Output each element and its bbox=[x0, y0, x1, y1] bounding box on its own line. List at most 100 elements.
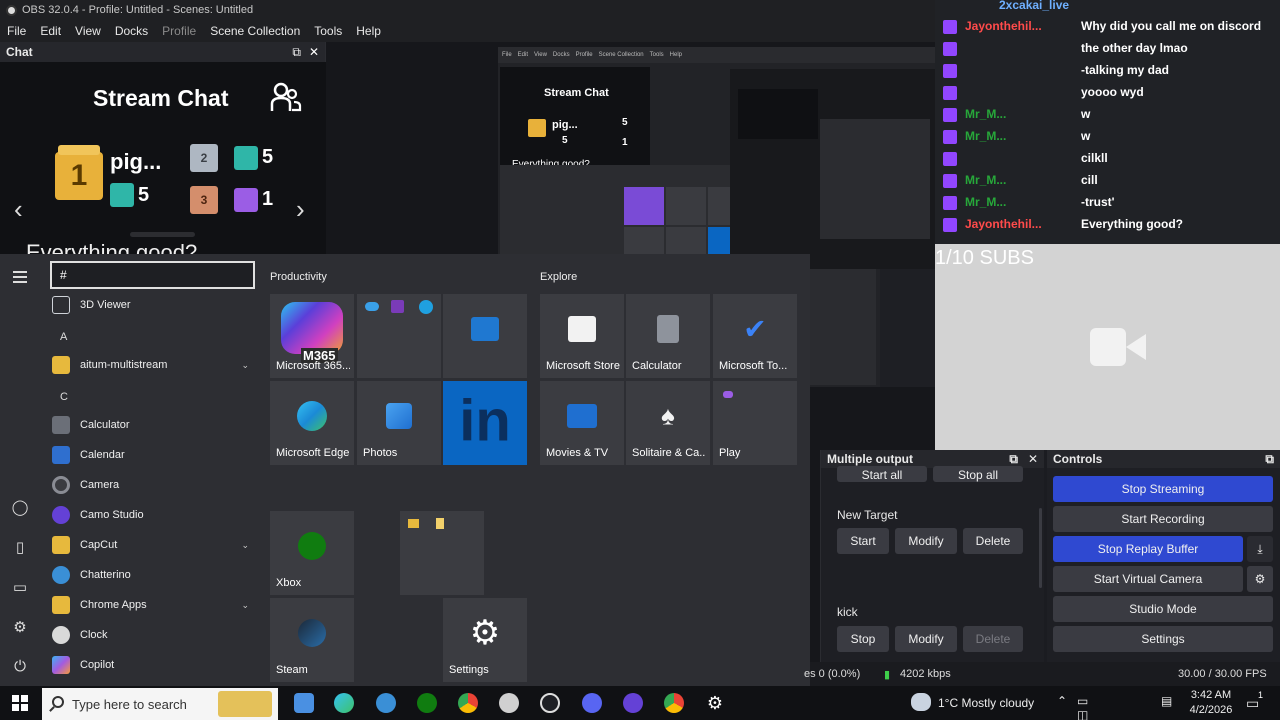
app-aitum-multistream[interactable]: aitum-multistream ⌄ bbox=[52, 351, 257, 379]
menu-tools[interactable]: Tools bbox=[307, 24, 349, 38]
obs-taskbar-icon[interactable] bbox=[540, 693, 560, 713]
target-delete-button[interactable]: Delete bbox=[963, 528, 1023, 554]
tile-microsoft-edge[interactable]: Microsoft Edge bbox=[270, 381, 354, 465]
tile-play[interactable]: Play bbox=[713, 381, 797, 465]
store-icon bbox=[568, 316, 596, 343]
users-icon[interactable] bbox=[270, 82, 302, 112]
tray-icons[interactable]: ▭ ◫ ● bbox=[1077, 694, 1088, 720]
chat-row: Mr_M... cill bbox=[935, 170, 1280, 192]
app-taskbar-icon[interactable] bbox=[376, 693, 396, 713]
app-taskbar-icon[interactable] bbox=[499, 693, 519, 713]
chevron-up-icon[interactable]: ⌃ bbox=[1057, 694, 1067, 708]
app-capcut[interactable]: CapCut ⌄ bbox=[52, 531, 257, 559]
menu-edit[interactable]: Edit bbox=[33, 24, 68, 38]
tile-folder-group[interactable] bbox=[400, 511, 484, 595]
settings-gear-icon[interactable]: ⚙ bbox=[11, 618, 29, 636]
stop-all-button[interactable]: Stop all bbox=[933, 466, 1023, 482]
menu-view[interactable]: View bbox=[68, 24, 108, 38]
weather-text[interactable]: 1°C Mostly cloudy bbox=[938, 696, 1034, 710]
tile-linkedin[interactable]: in bbox=[443, 381, 527, 465]
notification-count: 1 bbox=[1258, 690, 1264, 700]
target-delete-button[interactable]: Delete bbox=[963, 626, 1023, 652]
top-gifter-count: 5 bbox=[138, 184, 150, 206]
tile-settings[interactable]: ⚙ Settings bbox=[443, 598, 527, 682]
edge-taskbar-icon[interactable] bbox=[334, 693, 354, 713]
start-all-button[interactable]: Start all bbox=[837, 466, 927, 482]
target-modify-button[interactable]: Modify bbox=[895, 528, 957, 554]
user-account-icon[interactable]: ◯ bbox=[11, 498, 29, 516]
tile-outlook[interactable] bbox=[443, 294, 527, 378]
letter-header-c[interactable]: C bbox=[60, 391, 68, 403]
pictures-icon[interactable]: ▭ bbox=[11, 578, 29, 596]
clock-date[interactable]: 4/2/2026 bbox=[1186, 704, 1236, 716]
gift-rank-3-icon: 3 bbox=[190, 186, 218, 214]
app-3d-viewer[interactable]: 3D Viewer bbox=[52, 291, 257, 319]
undock-icon[interactable]: ⧉ bbox=[292, 45, 301, 60]
studio-mode-button[interactable]: Studio Mode bbox=[1053, 596, 1273, 622]
network-icon[interactable]: ▤ bbox=[1161, 694, 1172, 708]
menu-file[interactable]: File bbox=[0, 24, 33, 38]
discord-taskbar-icon[interactable] bbox=[582, 693, 602, 713]
tile-movies-tv[interactable]: Movies & TV bbox=[540, 381, 624, 465]
start-recording-button[interactable]: Start Recording bbox=[1053, 506, 1273, 532]
windows-start-icon[interactable] bbox=[12, 695, 28, 711]
close-icon[interactable]: ✕ bbox=[1028, 452, 1038, 467]
target-modify-button[interactable]: Modify bbox=[895, 626, 957, 652]
scrollbar[interactable] bbox=[1039, 508, 1042, 588]
app-chrome-apps[interactable]: Chrome Apps ⌄ bbox=[52, 591, 257, 619]
app-camera[interactable]: Camera bbox=[52, 471, 257, 499]
chevron-down-icon[interactable]: ⌄ bbox=[241, 360, 249, 371]
chrome-taskbar-icon[interactable] bbox=[664, 693, 684, 713]
stop-streaming-button[interactable]: Stop Streaming bbox=[1053, 476, 1273, 502]
menu-help[interactable]: Help bbox=[349, 24, 388, 38]
menu-profile[interactable]: Profile bbox=[155, 24, 203, 38]
app-camo-studio[interactable]: Camo Studio bbox=[52, 501, 257, 529]
xbox-taskbar-icon[interactable] bbox=[417, 693, 437, 713]
app-taskbar-icon[interactable] bbox=[294, 693, 314, 713]
start-search-input[interactable]: # bbox=[50, 261, 255, 289]
tile-microsoft-365[interactable]: M365 Microsoft 365... bbox=[270, 294, 354, 378]
tile-solitaire[interactable]: ♠ Solitaire & Ca... bbox=[626, 381, 710, 465]
productivity-heading: Productivity bbox=[270, 271, 327, 283]
settings-button[interactable]: Settings bbox=[1053, 626, 1273, 652]
start-virtual-camera-button[interactable]: Start Virtual Camera bbox=[1053, 566, 1243, 592]
target-start-button[interactable]: Start bbox=[837, 528, 889, 554]
app-copilot[interactable]: Copilot bbox=[52, 651, 257, 679]
chevron-right-icon[interactable]: › bbox=[296, 194, 305, 225]
close-icon[interactable]: ✕ bbox=[309, 45, 319, 60]
camo-taskbar-icon[interactable] bbox=[623, 693, 643, 713]
stream-chat-heading: Stream Chat bbox=[93, 85, 229, 111]
documents-icon[interactable]: ▯ bbox=[11, 538, 29, 556]
chevron-left-icon[interactable]: ‹ bbox=[14, 194, 23, 225]
tile-microsoft-store[interactable]: Microsoft Store bbox=[540, 294, 624, 378]
tile-xbox[interactable]: Xbox bbox=[270, 511, 354, 595]
app-chatterino[interactable]: Chatterino bbox=[52, 561, 257, 589]
settings-taskbar-icon[interactable]: ⚙ bbox=[705, 693, 725, 713]
menu-scene-collection[interactable]: Scene Collection bbox=[203, 24, 307, 38]
undock-icon[interactable]: ⧉ bbox=[1265, 452, 1274, 467]
chevron-down-icon[interactable]: ⌄ bbox=[241, 600, 249, 611]
virtual-camera-settings-icon[interactable]: ⚙ bbox=[1247, 566, 1273, 592]
tile-photos[interactable]: Photos bbox=[357, 381, 441, 465]
taskbar-search-box[interactable]: Type here to search bbox=[42, 688, 278, 720]
clock-time[interactable]: 3:42 AM bbox=[1187, 689, 1235, 701]
tile-microsoft-todo[interactable]: ✔ Microsoft To... bbox=[713, 294, 797, 378]
stop-replay-buffer-button[interactable]: Stop Replay Buffer bbox=[1053, 536, 1243, 562]
letter-header-a[interactable]: A bbox=[60, 331, 67, 343]
app-calculator[interactable]: Calculator bbox=[52, 411, 257, 439]
chrome-taskbar-icon[interactable] bbox=[458, 693, 478, 713]
tile-steam[interactable]: Steam bbox=[270, 598, 354, 682]
menu-docks[interactable]: Docks bbox=[108, 24, 155, 38]
hamburger-menu-icon[interactable] bbox=[13, 271, 27, 286]
app-calendar[interactable]: Calendar bbox=[52, 441, 257, 469]
tile-office-group[interactable] bbox=[357, 294, 441, 378]
power-icon[interactable]: ⏻ bbox=[11, 658, 29, 676]
target-stop-button[interactable]: Stop bbox=[837, 626, 889, 652]
chevron-down-icon[interactable]: ⌄ bbox=[241, 540, 249, 551]
undock-icon[interactable]: ⧉ bbox=[1009, 452, 1018, 467]
app-clock[interactable]: Clock bbox=[52, 621, 257, 649]
save-replay-icon[interactable]: ⤓ bbox=[1247, 536, 1273, 562]
weather-icon[interactable] bbox=[911, 693, 931, 711]
tile-calculator[interactable]: Calculator bbox=[626, 294, 710, 378]
nested-deep-preview bbox=[730, 69, 935, 387]
